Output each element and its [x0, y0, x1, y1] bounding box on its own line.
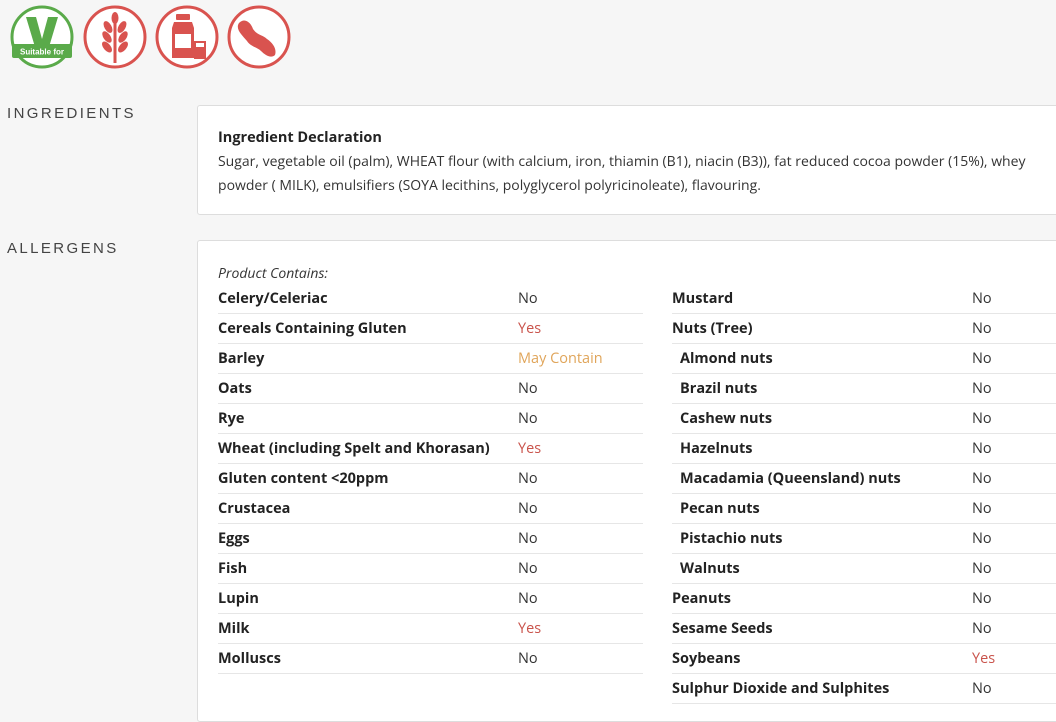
allergen-row: Cereals Containing Gluten Yes	[218, 314, 643, 344]
ingredients-card: Ingredient Declaration Sugar, vegetable …	[197, 105, 1056, 215]
allergen-row: Wheat (including Spelt and Khorasan) Yes	[218, 434, 643, 464]
allergen-row: Macadamia (Queensland) nuts No	[672, 464, 1056, 494]
allergen-row: Nuts (Tree) No	[672, 314, 1056, 344]
allergen-status: No	[972, 319, 992, 338]
ingredient-declaration-title: Ingredient Declaration	[218, 128, 382, 147]
ingredients-section-label: INGREDIENTS	[7, 105, 136, 122]
soya-icon	[227, 5, 291, 69]
allergen-name: Rye	[218, 409, 245, 428]
allergen-row: Oats No	[218, 374, 643, 404]
allergen-status: No	[972, 379, 992, 398]
allergen-name: Crustacea	[218, 499, 291, 518]
allergen-status: Yes	[518, 319, 542, 338]
allergen-row: Gluten content <20ppm No	[218, 464, 643, 494]
allergen-status: No	[972, 589, 992, 608]
allergen-row: Celery/Celeriac No	[218, 284, 643, 314]
vegan-badge-label: Suitable for	[20, 48, 64, 57]
allergen-row: Peanuts No	[672, 584, 1056, 614]
allergen-status: Yes	[518, 439, 542, 458]
allergen-name: Lupin	[218, 589, 259, 608]
allergen-name: Walnuts	[680, 559, 740, 578]
allergen-name: Fish	[218, 559, 248, 578]
allergen-status: No	[972, 289, 992, 308]
allergen-status: No	[518, 529, 538, 548]
allergen-status: No	[972, 499, 992, 518]
allergen-row: Walnuts No	[672, 554, 1056, 584]
allergen-row: Mustard No	[672, 284, 1056, 314]
allergen-status: No	[518, 649, 538, 668]
allergen-name: Brazil nuts	[680, 379, 758, 398]
allergen-row: Soybeans Yes	[672, 644, 1056, 674]
allergen-row: Pistachio nuts No	[672, 524, 1056, 554]
allergen-status: No	[972, 439, 992, 458]
allergen-row: Cashew nuts No	[672, 404, 1056, 434]
allergen-name: Macadamia (Queensland) nuts	[680, 469, 901, 488]
allergen-status: No	[518, 409, 538, 428]
allergen-status: No	[972, 529, 992, 548]
allergen-row: Lupin No	[218, 584, 643, 614]
allergen-row: Eggs No	[218, 524, 643, 554]
allergen-row: Barley May Contain	[218, 344, 643, 374]
allergen-name: Pistachio nuts	[680, 529, 783, 548]
product-contains-label: Product Contains:	[218, 264, 328, 283]
allergen-status: No	[972, 619, 992, 638]
allergen-status: No	[518, 499, 538, 518]
allergen-name: Gluten content <20ppm	[218, 469, 389, 488]
allergen-name: Pecan nuts	[680, 499, 760, 518]
allergen-name: Cashew nuts	[680, 409, 773, 428]
allergen-row: Almond nuts No	[672, 344, 1056, 374]
allergen-status: No	[972, 559, 992, 578]
allergen-row: Molluscs No	[218, 644, 643, 674]
allergen-status: May Contain	[518, 349, 603, 368]
wheat-icon	[83, 5, 147, 69]
allergen-row: Fish No	[218, 554, 643, 584]
allergen-name: Barley	[218, 349, 265, 368]
allergen-name: Hazelnuts	[680, 439, 753, 458]
allergen-row: Sulphur Dioxide and Sulphites No	[672, 674, 1056, 704]
allergen-name: Wheat (including Spelt and Khorasan)	[218, 439, 490, 458]
allergen-status: Yes	[518, 619, 542, 638]
allergen-status: No	[518, 469, 538, 488]
allergens-right-column: Mustard No Nuts (Tree) No Almond nuts No Brazi…	[672, 284, 1056, 704]
allergen-name: Peanuts	[672, 589, 731, 608]
vegan-suitable-icon: Suitable for	[10, 5, 74, 69]
allergen-name: Celery/Celeriac	[218, 289, 328, 308]
allergen-status: No	[972, 469, 992, 488]
allergen-status: No	[518, 289, 538, 308]
allergen-name: Soybeans	[672, 649, 741, 668]
allergen-status: Yes	[972, 649, 996, 668]
allergen-name: Oats	[218, 379, 252, 398]
allergen-name: Molluscs	[218, 649, 281, 668]
allergen-row: Pecan nuts No	[672, 494, 1056, 524]
allergen-name: Mustard	[672, 289, 734, 308]
allergen-row: Milk Yes	[218, 614, 643, 644]
allergens-left-column: Celery/Celeriac No Cereals Containing Glut…	[218, 284, 643, 674]
allergen-name: Milk	[218, 619, 250, 638]
allergen-status: No	[972, 409, 992, 428]
allergen-row: Brazil nuts No	[672, 374, 1056, 404]
allergen-row: Rye No	[218, 404, 643, 434]
allergen-name: Almond nuts	[680, 349, 773, 368]
allergen-row: Hazelnuts No	[672, 434, 1056, 464]
ingredient-declaration-text: Sugar, vegetable oil (palm), WHEAT flour…	[218, 152, 1026, 195]
allergens-card: Product Contains: Celery/Celeriac No Cerea…	[197, 240, 1056, 722]
allergen-row: Crustacea No	[218, 494, 643, 524]
milk-icon	[155, 5, 219, 69]
allergen-name: Cereals Containing Gluten	[218, 319, 407, 338]
allergen-status: No	[518, 379, 538, 398]
allergen-status: No	[972, 349, 992, 368]
allergen-name: Sulphur Dioxide and Sulphites	[672, 679, 890, 698]
allergen-status: No	[972, 679, 992, 698]
allergen-status: No	[518, 589, 538, 608]
allergen-row: Sesame Seeds No	[672, 614, 1056, 644]
allergen-name: Nuts (Tree)	[672, 319, 753, 338]
allergen-name: Sesame Seeds	[672, 619, 773, 638]
allergens-section-label: ALLERGENS	[7, 240, 119, 257]
allergen-status: No	[518, 559, 538, 578]
allergen-name: Eggs	[218, 529, 250, 548]
